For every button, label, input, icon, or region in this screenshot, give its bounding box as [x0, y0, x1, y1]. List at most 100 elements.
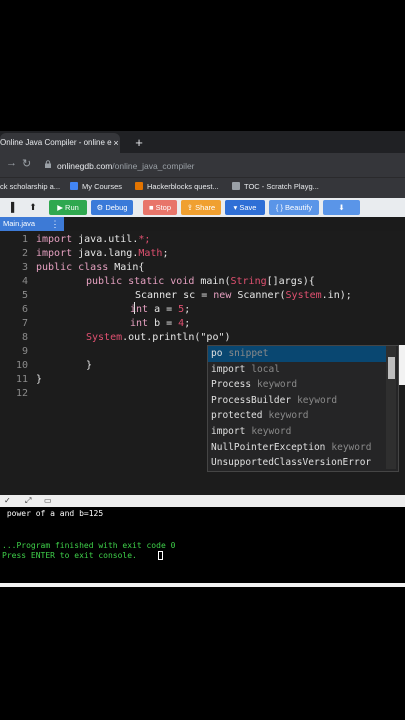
text-cursor [134, 302, 135, 314]
autocomplete-item[interactable]: protected keyword [208, 408, 388, 424]
bottom-edge [0, 583, 405, 587]
url-field[interactable]: onlinegdb.com/online_java_compiler [57, 158, 387, 174]
code-token: int [130, 304, 149, 315]
file-tab-menu-icon[interactable]: ⋮ [50, 217, 60, 231]
code-token: System [86, 332, 123, 343]
bookmark-item[interactable]: My Courses [70, 180, 122, 194]
console-enter-prompt: Press ENTER to exit console. [2, 551, 137, 560]
line-number: 9 [21, 346, 28, 357]
code-token: public static void [86, 276, 195, 287]
console-exit-message: ...Program finished with exit code 0 [2, 541, 176, 550]
code-line: public static void main(String[]args){ [86, 275, 315, 289]
autocomplete-item[interactable]: import local [208, 362, 388, 378]
bookmark-label: ck scholarship a... [0, 182, 61, 191]
run-label: Run [65, 203, 79, 212]
ac-label: import [211, 426, 246, 437]
ac-tag: snippet [228, 348, 269, 359]
line-number: 2 [21, 248, 28, 259]
stop-button[interactable]: ■ Stop [143, 200, 177, 215]
line-number: 12 [15, 388, 28, 399]
share-button[interactable]: ⇪ Share [181, 200, 221, 215]
line-number: 8 [21, 332, 28, 343]
bookmark-label: Hackerblocks quest... [147, 182, 219, 191]
tab-close-icon[interactable]: × [110, 133, 122, 153]
code-token: new [213, 290, 232, 301]
bookmark-icon [232, 182, 240, 190]
ac-label: protected [211, 410, 263, 422]
autocomplete-item[interactable]: import keyword [208, 424, 388, 440]
ac-tag: keyword [257, 379, 298, 391]
line-number: 5 [21, 290, 28, 301]
autocomplete-popup: po snippet import local Process keyword Pro… [207, 345, 399, 472]
download-button[interactable]: ⬇ [323, 200, 360, 215]
console-cursor [158, 551, 163, 560]
code-token: []args){ [266, 276, 315, 287]
code-token: java.util. [72, 234, 139, 245]
ac-label: ProcessBuilder [211, 394, 292, 406]
line-number: 1 [21, 234, 28, 245]
code-token: import [36, 248, 73, 259]
line-number: 3 [21, 262, 28, 273]
code-line: int a = 5; [130, 303, 190, 317]
autocomplete-item[interactable]: Process keyword [208, 377, 388, 393]
code-token: .out.println( [122, 332, 201, 343]
line-number: 11 [15, 374, 28, 385]
code-token: "po" [200, 332, 225, 343]
autocomplete-item[interactable]: UnsupportedClassVersionError [208, 455, 388, 471]
bookmark-item[interactable]: TOC - Scratch Playg... [232, 180, 319, 194]
ac-label: po [211, 348, 223, 359]
autocomplete-scroll-thumb[interactable] [388, 357, 395, 379]
code-token: b = [148, 318, 179, 329]
browser-tab[interactable]: Online Java Compiler - online e [0, 133, 120, 153]
code-token: main( [194, 276, 231, 287]
download-icon: ⬇ [338, 203, 345, 212]
code-token: java.lang. [72, 248, 139, 259]
collapse-icon[interactable]: ✓ [4, 496, 11, 506]
console-divider[interactable] [0, 495, 405, 507]
ac-tag: keyword [268, 410, 309, 422]
code-line: import java.util.*; [36, 233, 150, 247]
share-label: Share [195, 203, 216, 212]
code-token: System [285, 290, 322, 301]
code-token: .in); [321, 290, 352, 301]
autocomplete-item[interactable]: NullPointerException keyword [208, 440, 388, 456]
input-icon[interactable]: ▭ [44, 496, 52, 506]
ac-label: UnsupportedClassVersionError [211, 457, 372, 469]
code-token: public class [36, 262, 109, 273]
code-line: int b = 4; [130, 317, 190, 331]
bookmark-item[interactable]: Hackerblocks quest... [135, 180, 219, 194]
lock-icon[interactable] [44, 160, 52, 168]
code-token: ; [162, 248, 169, 259]
line-number: 10 [15, 360, 28, 371]
code-token: Scanner( [231, 290, 286, 301]
line-number: 6 [21, 304, 28, 315]
save-button[interactable]: ▾ Save [225, 200, 265, 215]
bookmark-icon [70, 182, 78, 190]
beautify-button[interactable]: { } Beautify [269, 200, 319, 215]
debug-button[interactable]: ⚙ Debug [91, 200, 133, 215]
back-icon[interactable]: → [6, 157, 17, 169]
run-button[interactable]: ▶ Run [49, 200, 87, 215]
stop-label: Stop [155, 203, 172, 212]
bookmark-item[interactable]: ck scholarship a... [0, 180, 60, 194]
new-tab-button[interactable]: + [132, 133, 146, 153]
console-output: power of a and b=125 [2, 509, 104, 518]
autocomplete-item[interactable]: ProcessBuilder keyword [208, 393, 388, 409]
code-token: import [36, 234, 73, 245]
code-line: Scanner sc = new Scanner(System.in); [135, 289, 352, 303]
url-host: onlinegdb.com [57, 161, 113, 171]
ac-label: NullPointerException [211, 441, 326, 453]
code-line: } [86, 360, 93, 371]
expand-icon[interactable]: ⤢ [25, 496, 31, 506]
reload-icon[interactable]: ↻ [22, 157, 31, 170]
bookmark-label: TOC - Scratch Playg... [244, 182, 319, 191]
autocomplete-item[interactable]: po snippet [208, 346, 388, 362]
details-panel-edge [399, 345, 405, 385]
file-tab-label: Main.java [3, 219, 36, 228]
bookmark-icon [135, 182, 143, 190]
code-token: *; [138, 234, 151, 245]
code-token: Scanner sc = [135, 290, 214, 301]
upload-icon[interactable]: ⬆ [25, 200, 41, 215]
beautify-label: { } Beautify [275, 203, 313, 212]
file-icon[interactable]: ▐ [4, 200, 18, 215]
